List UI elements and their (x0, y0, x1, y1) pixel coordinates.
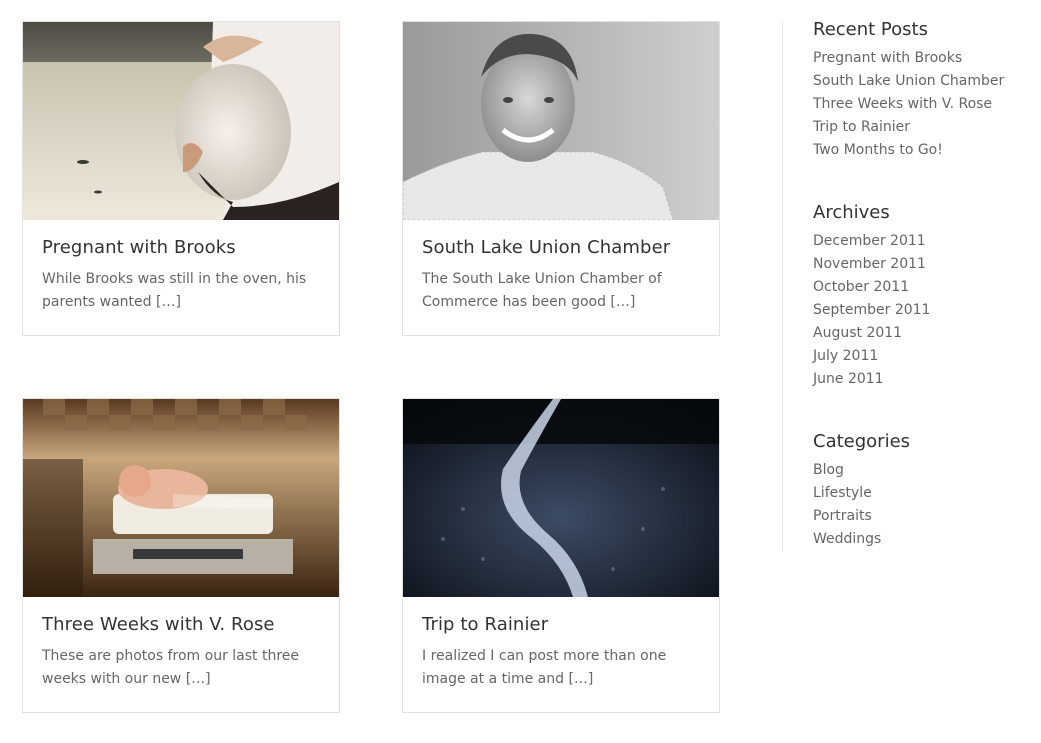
recent-post-link[interactable]: South Lake Union Chamber (813, 70, 1004, 93)
widget-title: Categories (813, 431, 911, 452)
recent-post-link[interactable]: Two Months to Go! (813, 139, 1004, 162)
recent-post-link[interactable]: Trip to Rainier (813, 116, 1004, 139)
archive-link[interactable]: November 2011 (813, 253, 930, 276)
categories-widget: Categories Blog Lifestyle Portraits Wedd… (813, 431, 910, 551)
post-title[interactable]: Trip to Rainier (422, 614, 548, 635)
categories-list: Blog Lifestyle Portraits Weddings (813, 459, 910, 551)
archives-widget: Archives December 2011 November 2011 Oct… (813, 202, 930, 391)
archive-link[interactable]: June 2011 (813, 368, 930, 391)
post-thumbnail-link[interactable] (403, 22, 719, 220)
post-excerpt: While Brooks was still in the oven, his … (42, 271, 307, 310)
pregnant-belly-photo (23, 22, 339, 220)
category-link[interactable]: Weddings (813, 528, 910, 551)
recent-post-link[interactable]: Three Weeks with V. Rose (813, 93, 1004, 116)
post-title[interactable]: South Lake Union Chamber (422, 237, 670, 258)
category-link[interactable]: Lifestyle (813, 482, 910, 505)
post-excerpt: These are photos from our last three wee… (42, 648, 300, 687)
archive-link[interactable]: August 2011 (813, 322, 930, 345)
newborn-baby-photo (23, 399, 339, 597)
post-excerpt: The South Lake Union Chamber of Commerce… (422, 271, 662, 310)
rainier-river-photo (403, 399, 719, 597)
post-thumbnail-link[interactable] (403, 399, 719, 597)
archive-link[interactable]: October 2011 (813, 276, 930, 299)
post-card: Pregnant with Brooks While Brooks was st… (22, 21, 340, 336)
recent-posts-list: Pregnant with Brooks South Lake Union Ch… (813, 47, 1004, 162)
archives-list: December 2011 November 2011 October 2011… (813, 230, 930, 391)
archive-link[interactable]: December 2011 (813, 230, 930, 253)
portrait-man-bw-photo (403, 22, 719, 220)
category-link[interactable]: Blog (813, 459, 910, 482)
widget-title: Recent Posts (813, 19, 928, 40)
archive-link[interactable]: September 2011 (813, 299, 930, 322)
category-link[interactable]: Portraits (813, 505, 910, 528)
sidebar-divider (782, 22, 783, 552)
post-card: Three Weeks with V. Rose These are photo… (22, 398, 340, 713)
post-thumbnail-link[interactable] (23, 22, 339, 220)
recent-posts-widget: Recent Posts Pregnant with Brooks South … (813, 19, 1004, 162)
recent-post-link[interactable]: Pregnant with Brooks (813, 47, 1004, 70)
post-title[interactable]: Pregnant with Brooks (42, 237, 236, 258)
archive-link[interactable]: July 2011 (813, 345, 930, 368)
post-card: Trip to Rainier I realized I can post mo… (402, 398, 720, 713)
post-title[interactable]: Three Weeks with V. Rose (42, 614, 275, 635)
widget-title: Archives (813, 202, 890, 223)
post-excerpt: I realized I can post more than one imag… (422, 648, 667, 687)
post-thumbnail-link[interactable] (23, 399, 339, 597)
post-card: South Lake Union Chamber The South Lake … (402, 21, 720, 336)
